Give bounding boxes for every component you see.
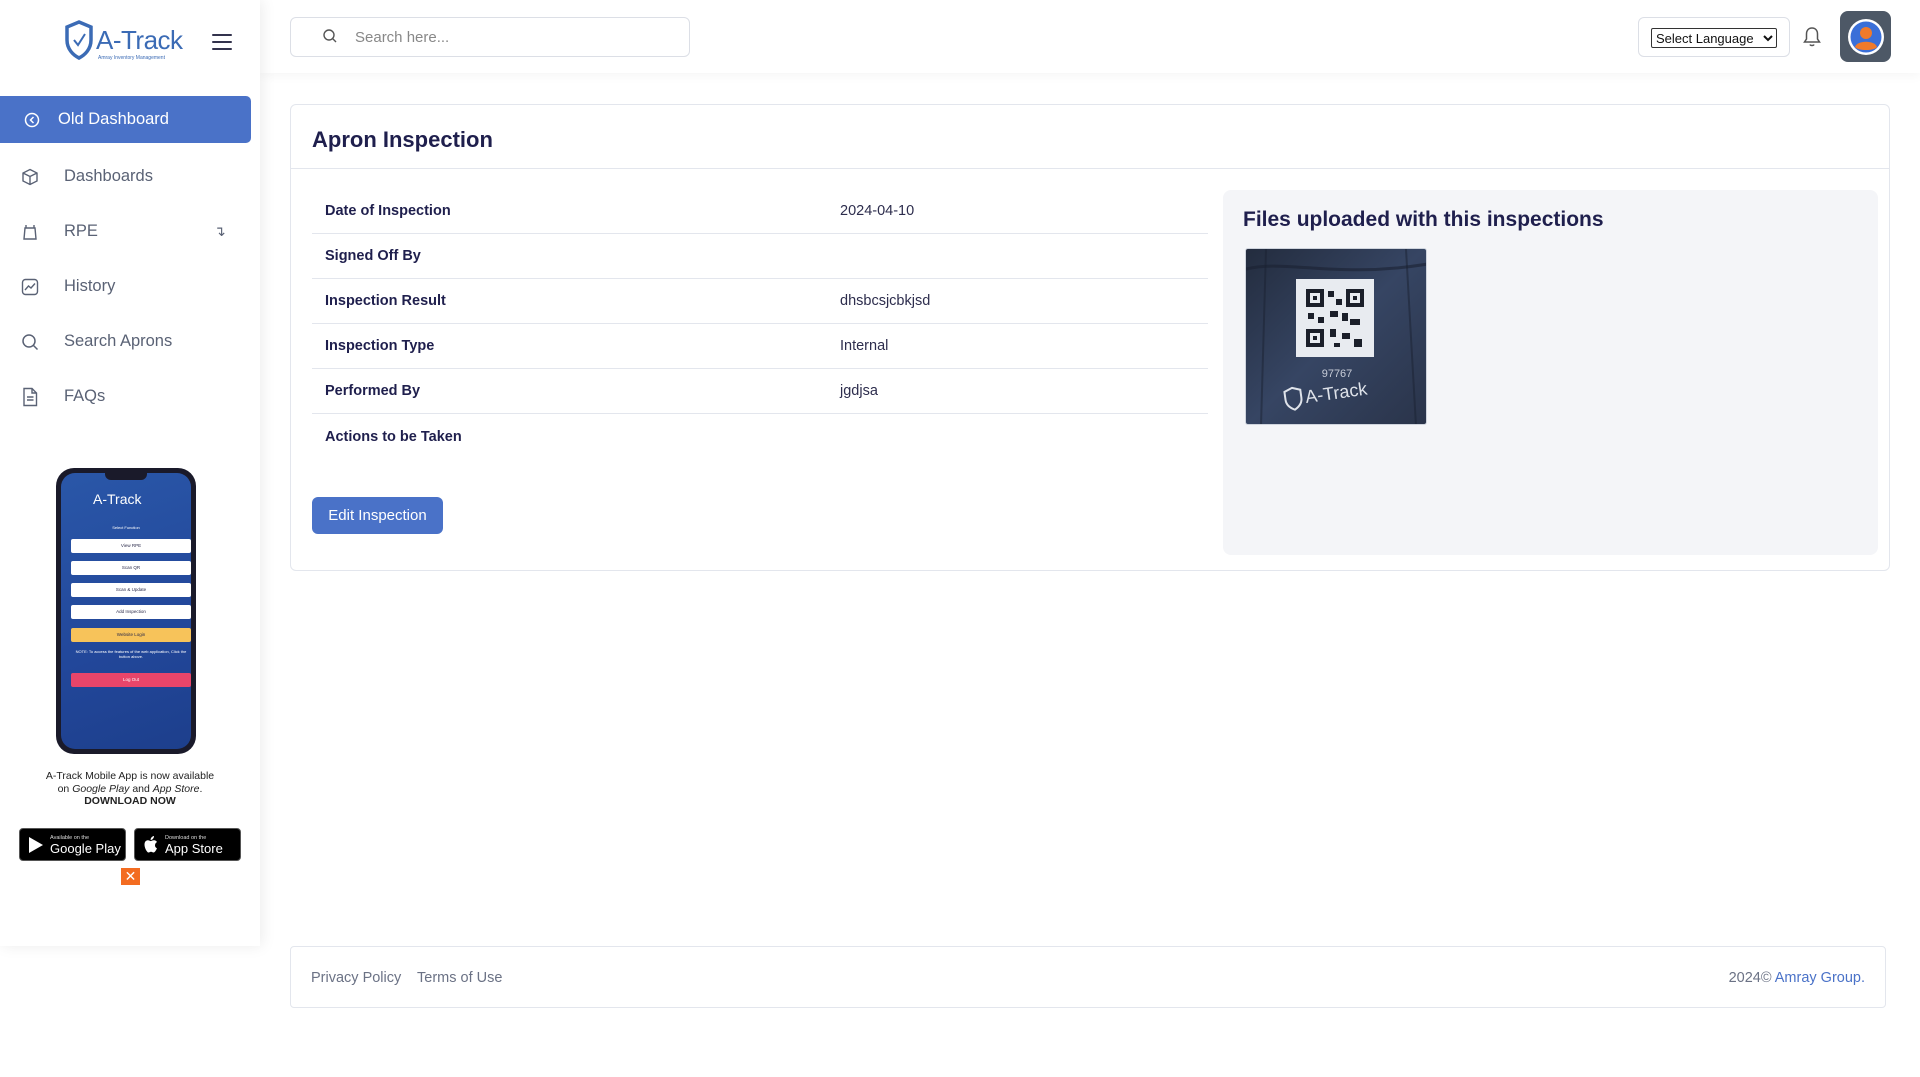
user-avatar[interactable] (1840, 11, 1891, 62)
phone-app-title: A-Track (93, 491, 142, 507)
promo-text: A-Track Mobile App is now available on G… (30, 770, 230, 808)
copyright: 2024© Amray Group. (1728, 970, 1865, 986)
phone-button: Scan QR (71, 561, 191, 575)
row-label: Date of Inspection (325, 203, 451, 219)
sidebar-item-search-aprons[interactable]: Search Aprons (0, 314, 260, 369)
sidebar-item-label: History (64, 277, 116, 295)
promo-line-2: on Google Play and App Store. (57, 782, 203, 795)
phone-button: Scan & Update (71, 583, 191, 597)
mask-icon (20, 222, 40, 242)
arrow-left-circle-icon (22, 110, 42, 130)
row-value: jgdjsa (840, 383, 878, 399)
table-row: Inspection Result dhsbcsjcbkjsd (312, 279, 1208, 324)
promo-line-1: A-Track Mobile App is now available (45, 770, 215, 782)
phone-button: Log Out (71, 673, 191, 687)
phone-button: Website Login (71, 628, 191, 642)
cube-icon (20, 167, 40, 187)
svg-text:A-Track: A-Track (1304, 378, 1369, 407)
inspection-details-table: Date of Inspection 2024-04-10 Signed Off… (312, 189, 1208, 459)
row-value: dhsbcsjcbkjsd (840, 293, 931, 309)
search-box[interactable] (290, 17, 690, 57)
promo-cta: DOWNLOAD NOW (84, 795, 176, 807)
sidebar-item-label: Dashboards (64, 167, 153, 185)
sidebar-item-old-dashboard[interactable]: Old Dashboard (0, 96, 251, 143)
sidebar-item-label: Search Aprons (64, 332, 173, 350)
search-input[interactable] (355, 28, 675, 46)
svg-text:97767: 97767 (1322, 368, 1353, 380)
document-icon (20, 387, 40, 407)
submenu-arrow-icon[interactable]: ↴ (214, 223, 226, 240)
app-store-button[interactable]: Download on the App Store (134, 828, 241, 861)
edit-inspection-button[interactable]: Edit Inspection (312, 497, 443, 534)
files-title: Files uploaded with this inspections (1243, 208, 1604, 231)
sidebar-nav: Old Dashboard Dashboards RPE ↴ History S… (0, 96, 260, 424)
sidebar-item-dashboards[interactable]: Dashboards (0, 149, 260, 204)
sidebar-item-history[interactable]: History (0, 259, 260, 314)
sidebar-item-label: Old Dashboard (58, 110, 169, 128)
search-icon (323, 29, 337, 43)
phone-button: View RPE (71, 539, 191, 553)
phone-subtitle: Select Function (112, 525, 140, 530)
divider (291, 168, 1889, 169)
privacy-policy-link[interactable]: Privacy Policy (311, 970, 401, 986)
mobile-app-phone-image: A-Track Select Function View RPE Scan QR… (56, 468, 196, 754)
brand-tagline: Amray Inventory Management (98, 55, 165, 61)
bell-icon[interactable] (1802, 26, 1822, 48)
top-header: Select Language (260, 0, 1920, 73)
apron-qr-label-image: 97767 A-Track (1246, 249, 1426, 424)
sidebar-item-rpe[interactable]: RPE ↴ (0, 204, 260, 259)
apron-inspection-card: Apron Inspection Date of Inspection 2024… (290, 104, 1890, 571)
google-play-icon (29, 836, 43, 853)
sidebar-item-label: FAQs (64, 387, 106, 405)
user-icon (1847, 18, 1884, 55)
close-promo-button[interactable]: ✕ (121, 868, 140, 885)
table-row: Actions to be Taken (312, 414, 1208, 459)
table-row: Date of Inspection 2024-04-10 (312, 189, 1208, 234)
row-value: 2024-04-10 (840, 203, 915, 219)
row-label: Inspection Result (325, 293, 446, 309)
shield-logo-icon (65, 20, 93, 60)
row-label: Performed By (325, 383, 421, 399)
page-title: Apron Inspection (312, 127, 493, 152)
brand-logo[interactable]: A-Track (64, 20, 183, 60)
table-row: Inspection Type Internal (312, 324, 1208, 369)
search-icon (20, 332, 40, 352)
menu-toggle-icon[interactable] (212, 34, 232, 50)
logo-row: A-Track Amray Inventory Management (0, 0, 260, 88)
google-play-button[interactable]: Available on the Google Play (19, 828, 126, 861)
company-link[interactable]: Amray Group. (1775, 970, 1865, 986)
chart-icon (20, 277, 40, 297)
table-row: Signed Off By (312, 234, 1208, 279)
row-label: Actions to be Taken (325, 428, 462, 445)
row-value: Internal (840, 338, 889, 354)
uploaded-file-thumbnail[interactable]: 97767 A-Track (1245, 248, 1427, 425)
language-selector-box: Select Language (1638, 17, 1790, 57)
uploaded-files-panel: Files uploaded with this inspections 977… (1223, 190, 1878, 555)
phone-button: Add Inspection (71, 605, 191, 619)
sidebar-item-faqs[interactable]: FAQs (0, 369, 260, 424)
language-select[interactable]: Select Language (1651, 28, 1777, 48)
phone-screen: A-Track Select Function View RPE Scan QR… (61, 473, 191, 749)
footer: Privacy Policy Terms of Use 2024© Amray … (290, 946, 1886, 1008)
sidebar-item-label: RPE (64, 222, 98, 240)
table-row: Performed By jgdjsa (312, 369, 1208, 414)
apple-icon (144, 835, 157, 852)
sidebar: A-Track Amray Inventory Management Old D… (0, 0, 260, 946)
row-label: Signed Off By (325, 248, 421, 264)
terms-of-use-link[interactable]: Terms of Use (417, 970, 502, 986)
brand-name: A-Track (96, 24, 183, 55)
phone-note: NOTE: To access the features of the web … (75, 649, 187, 659)
row-label: Inspection Type (325, 338, 435, 354)
